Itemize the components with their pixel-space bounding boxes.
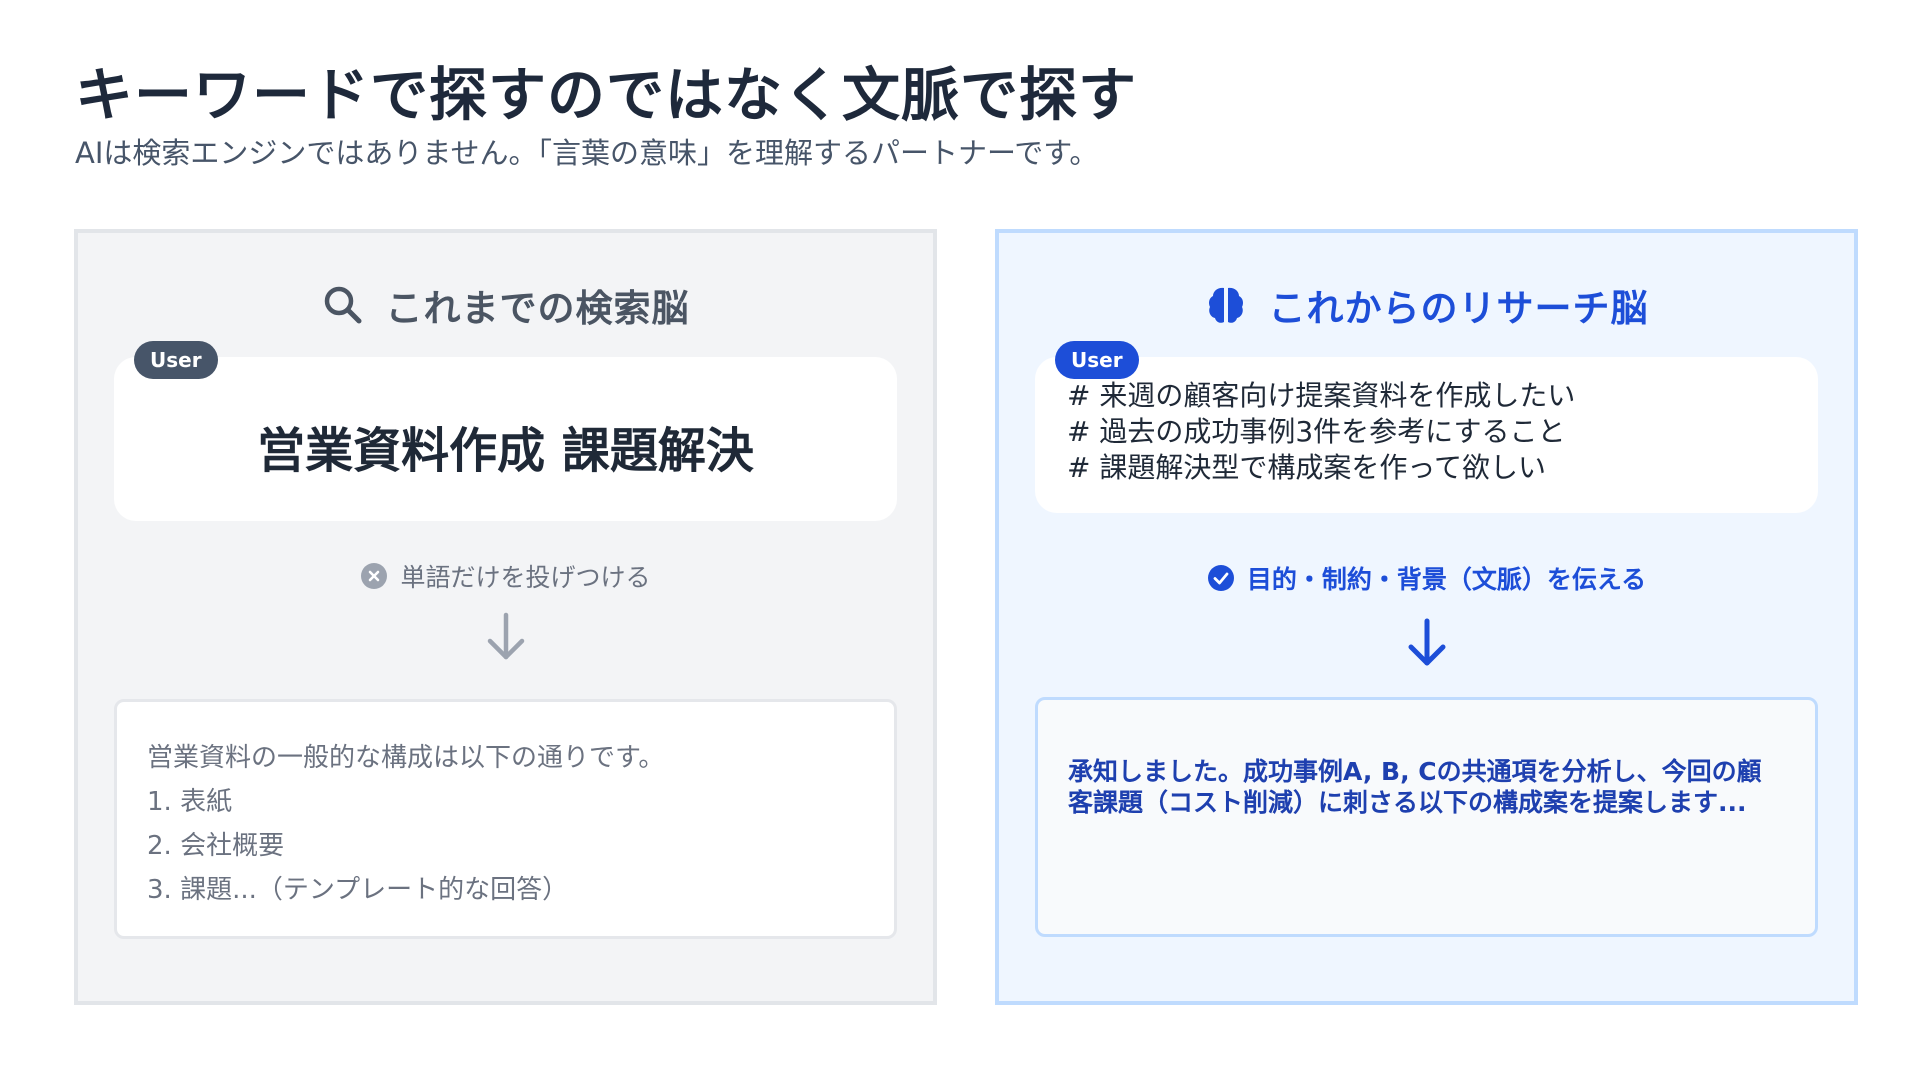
panel-heading-label: これまでの検索脳 xyxy=(385,287,690,330)
query-keywords: 営業資料作成 課題解決 xyxy=(257,423,754,479)
note: 目的・制約・背景（文脈）を伝える xyxy=(999,560,1854,596)
answer-line: 3. 課題...（テンプレート的な回答） xyxy=(147,875,569,905)
prompt-line: # 過去の成功事例3件を参考にすること xyxy=(1067,415,1566,448)
arrow-down-icon xyxy=(1408,618,1445,666)
note-text: 目的・制約・背景（文脈）を伝える xyxy=(1246,565,1647,594)
note-text: 単語だけを投げつける xyxy=(400,563,651,592)
arrow-down-icon xyxy=(487,612,524,660)
answer-card: 承知しました。成功事例A, B, Cの共通項を分析し、今回の顧客課題（コスト削減… xyxy=(1035,697,1818,937)
answer-line: 営業資料の一般的な構成は以下の通りです。 xyxy=(147,743,665,773)
answer-text: 営業資料の一般的な構成は以下の通りです。 1. 表紙 2. 会社概要 3. 課題… xyxy=(147,736,664,912)
prompt-line: # 来週の顧客向け提案資料を作成したい xyxy=(1067,379,1576,412)
query-card: User # 来週の顧客向け提案資料を作成したい # 過去の成功事例3件を参考に… xyxy=(1035,341,1818,513)
answer-text: 承知しました。成功事例A, B, Cの共通項を分析し、今回の顧客課題（コスト削減… xyxy=(1068,757,1762,817)
query-prompt: # 来週の顧客向け提案資料を作成したい # 過去の成功事例3件を参考にすること … xyxy=(1067,378,1575,486)
panel-heading: これからのリサーチ脳 xyxy=(999,275,1854,335)
answer-card: 営業資料の一般的な構成は以下の通りです。 1. 表紙 2. 会社概要 3. 課題… xyxy=(114,699,897,939)
check-circle-icon xyxy=(1207,565,1234,591)
x-circle-icon xyxy=(361,563,388,589)
panel-heading-label: これからのリサーチ脳 xyxy=(1268,287,1649,330)
query-card: User 営業資料作成 課題解決 xyxy=(114,341,897,521)
user-badge: User xyxy=(1055,341,1139,379)
note: 単語だけを投げつける xyxy=(78,558,933,594)
panel-heading: これまでの検索脳 xyxy=(78,275,933,335)
new-research-panel: これからのリサーチ脳 User # 来週の顧客向け提案資料を作成したい # 過去… xyxy=(995,229,1858,1005)
old-search-panel: これまでの検索脳 User 営業資料作成 課題解決 単語だけを投げつける 営業資… xyxy=(74,229,937,1005)
answer-line: 2. 会社概要 xyxy=(147,831,285,861)
user-badge: User xyxy=(134,341,218,379)
page-title: キーワードで探すのではなく文脈で探す xyxy=(75,61,1138,129)
search-icon xyxy=(324,286,361,324)
answer-line: 1. 表紙 xyxy=(147,787,233,817)
brain-icon xyxy=(1208,287,1243,323)
page-subtitle: AIは検索エンジンではありません。「言葉の意味」を理解するパートナーです。 xyxy=(75,136,1099,170)
prompt-line: # 課題解決型で構成案を作って欲しい xyxy=(1067,451,1546,484)
